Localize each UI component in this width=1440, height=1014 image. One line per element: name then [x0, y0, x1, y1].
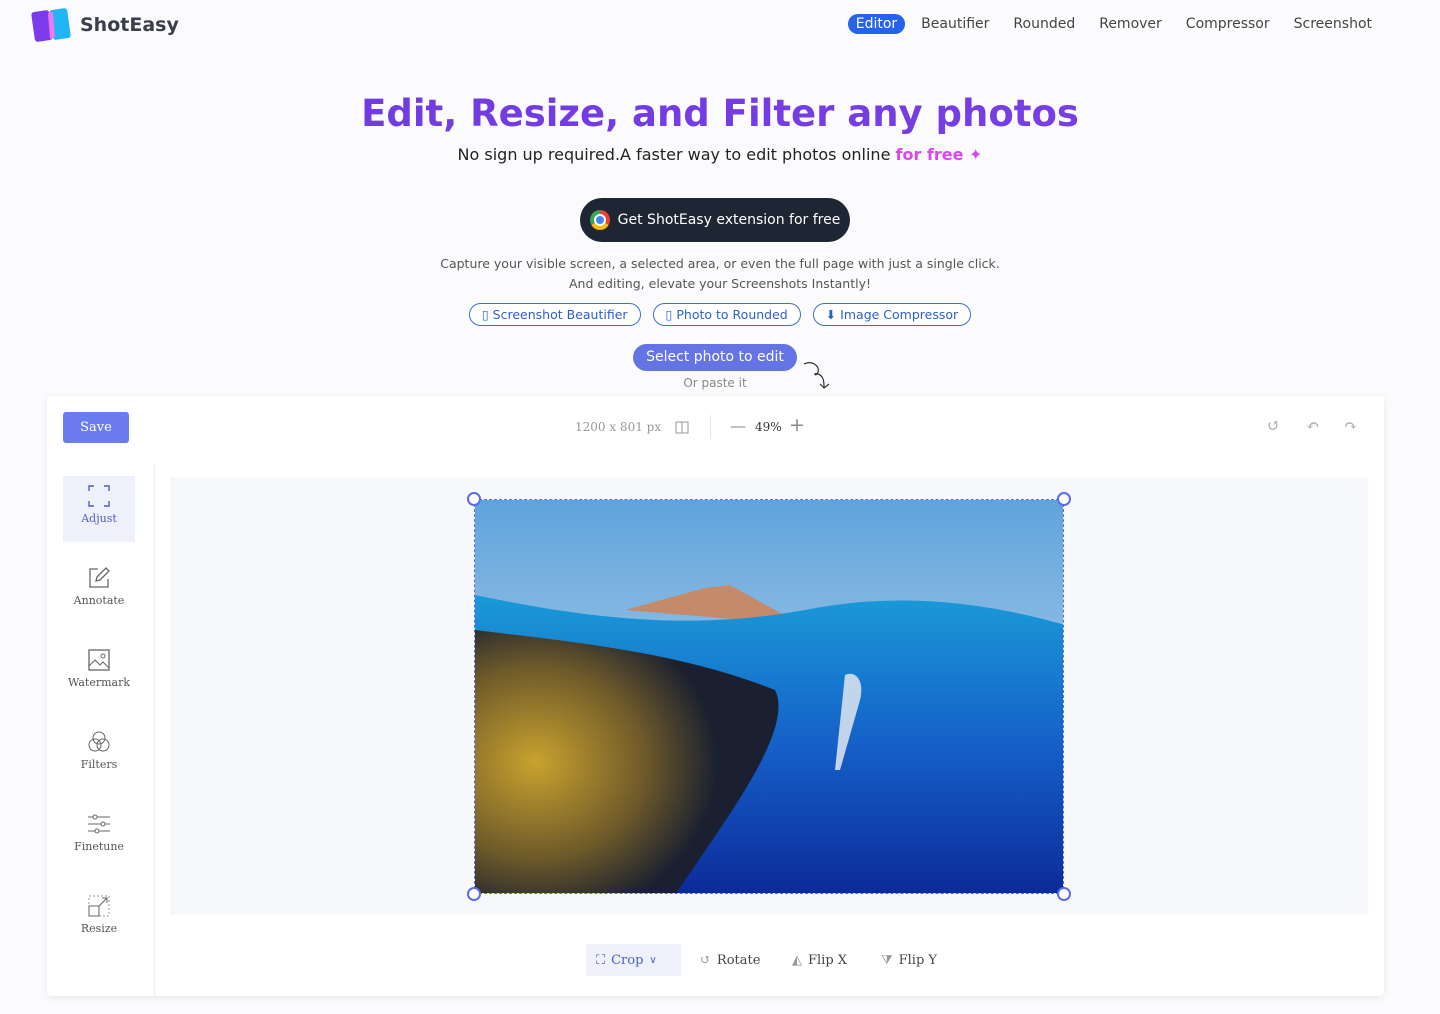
resize-icon: [88, 895, 110, 917]
tool-finetune[interactable]: Finetune: [63, 804, 135, 870]
tool-watermark[interactable]: Watermark: [63, 640, 135, 706]
divider: [710, 415, 711, 439]
chrome-icon: [589, 210, 610, 230]
photo-rounded-link[interactable]: ▯ Photo to Rounded: [652, 303, 801, 326]
flip-x-button[interactable]: ◭ Flip X: [792, 944, 847, 976]
desc-line: Capture your visible screen, a selected …: [440, 256, 1000, 271]
nav-compressor[interactable]: Compressor: [1174, 14, 1282, 34]
zoom-in-button[interactable]: +: [789, 414, 805, 436]
tool-label: Watermark: [67, 676, 130, 689]
reset-icon[interactable]: ↺: [1267, 416, 1280, 435]
subtitle-highlight: for free: [895, 145, 964, 164]
tool-resize[interactable]: Resize: [63, 886, 135, 952]
flip-x-label: Flip X: [808, 952, 848, 968]
sliders-icon: [88, 814, 110, 834]
rotate-button[interactable]: ↺ Rotate: [700, 944, 760, 976]
get-extension-button[interactable]: Get ShotEasy extension for free: [580, 198, 850, 242]
undo-icon[interactable]: ↶: [1306, 416, 1319, 435]
screenshot-beautifier-link[interactable]: ▯ Screenshot Beautifier: [468, 303, 641, 326]
top-nav: Editor Beautifier Rounded Remover Compre…: [847, 14, 1384, 34]
subtitle-text: No sign up required.A faster way to edit…: [457, 145, 896, 164]
photo-image: [475, 500, 1063, 893]
tool-label: Adjust: [81, 512, 117, 525]
crop-handle-tr[interactable]: [1057, 492, 1071, 506]
image-dimensions: 1200 x 801 px: [575, 420, 662, 434]
redo-icon[interactable]: ↷: [1344, 416, 1357, 435]
compare-icon[interactable]: [675, 421, 689, 434]
crop-dropdown[interactable]: ⛶ Crop ∨: [586, 944, 681, 976]
image-icon: [88, 649, 110, 671]
tool-label: Filters: [80, 758, 118, 771]
rotate-icon: ↺: [700, 952, 711, 968]
nav-beautifier[interactable]: Beautifier: [909, 14, 1001, 34]
flip-y-icon: ⧩: [881, 952, 893, 968]
tool-label: Resize: [80, 922, 118, 935]
flip-y-button[interactable]: ⧩ Flip Y: [881, 944, 937, 976]
zoom-level: 49%: [755, 420, 782, 434]
tool-label: Finetune: [74, 840, 124, 853]
description: Capture your visible screen, a selected …: [0, 254, 1440, 294]
tool-label: Annotate: [73, 594, 125, 607]
image-compressor-link[interactable]: ⬇ Image Compressor: [812, 303, 972, 326]
tool-sidebar: Adjust Annotate Watermark Filters Finetu…: [47, 462, 155, 996]
flip-y-label: Flip Y: [898, 952, 937, 968]
crop-icon: ⛶: [596, 952, 606, 968]
crop-handle-bl[interactable]: [467, 887, 481, 901]
rotate-label: Rotate: [716, 952, 761, 968]
feature-links: ▯ Screenshot Beautifier ▯ Photo to Round…: [0, 303, 1440, 326]
edit-icon: [89, 567, 110, 588]
select-photo-button[interactable]: Select photo to edit: [633, 344, 797, 371]
crop-handle-tl[interactable]: [467, 492, 481, 506]
paste-hint: Or paste it: [683, 376, 747, 390]
tool-annotate[interactable]: Annotate: [63, 558, 135, 624]
tool-filters[interactable]: Filters: [63, 722, 135, 788]
nav-editor[interactable]: Editor: [847, 14, 906, 34]
shoteasy-logo: [31, 8, 71, 42]
save-button[interactable]: Save: [63, 412, 129, 443]
nav-remover[interactable]: Remover: [1087, 14, 1174, 34]
circles-icon: [88, 731, 110, 752]
brand-name: ShotEasy: [80, 14, 179, 36]
zoom-out-button[interactable]: —: [730, 416, 746, 435]
chevron-down-icon: ∨: [649, 954, 657, 966]
desc-line: And editing, elevate your Screenshots In…: [568, 276, 872, 291]
crop-handle-br[interactable]: [1057, 887, 1071, 901]
extension-label: Get ShotEasy extension for free: [617, 212, 841, 228]
nav-screenshot[interactable]: Screenshot: [1282, 14, 1384, 34]
curly-arrow-icon: [803, 362, 830, 389]
crop-frame-icon: [88, 485, 110, 507]
sparkle-icon: ✦: [963, 145, 983, 164]
crop-label: Crop: [611, 952, 644, 968]
nav-rounded[interactable]: Rounded: [1001, 14, 1087, 34]
subtitle: No sign up required.A faster way to edit…: [0, 145, 1440, 164]
tool-adjust[interactable]: Adjust: [63, 476, 135, 542]
page-title: Edit, Resize, and Filter any photos: [0, 92, 1440, 135]
photo-preview[interactable]: [474, 499, 1064, 894]
flip-x-icon: ◭: [792, 952, 802, 968]
